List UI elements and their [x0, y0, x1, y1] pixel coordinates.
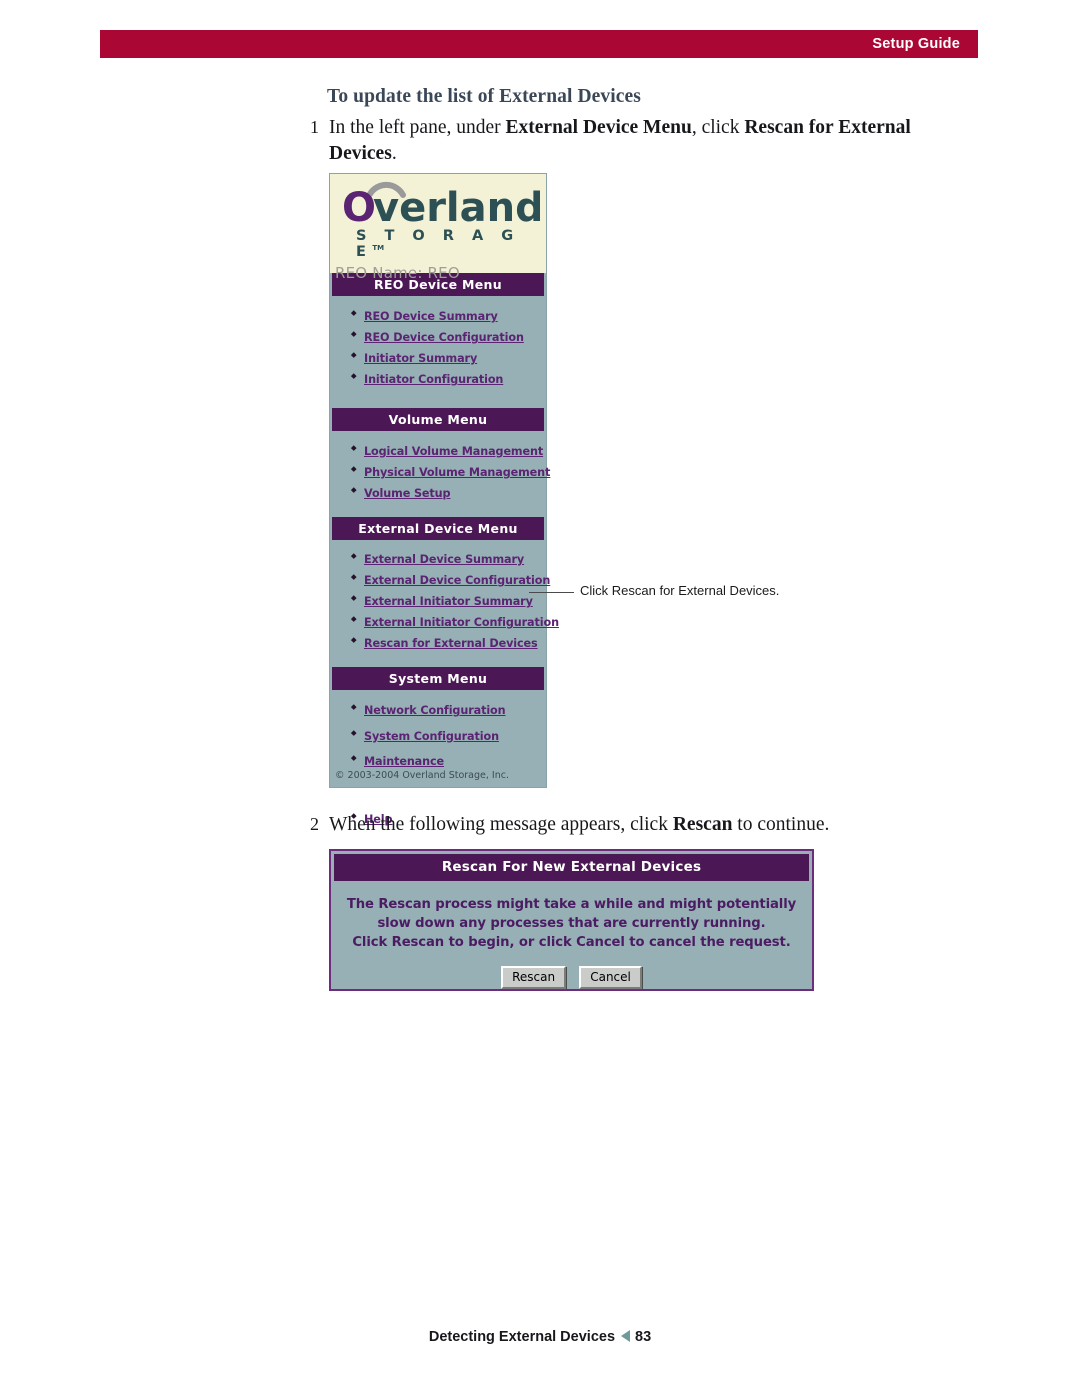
menu-link-external-device-configuration[interactable]: External Device Configuration: [364, 574, 550, 587]
list-item[interactable]: Maintenance: [352, 750, 546, 770]
menu-header-system: System Menu: [332, 667, 544, 691]
svg-text:verland: verland: [373, 185, 540, 230]
overland-logo-icon: O verland: [342, 181, 540, 230]
callout-leader-line: [529, 592, 574, 593]
list-item[interactable]: Volume Setup: [352, 482, 546, 502]
overland-wordmark: O verland: [340, 180, 546, 230]
running-header-label: Setup Guide: [872, 36, 960, 52]
menu-link-volume-setup[interactable]: Volume Setup: [364, 487, 451, 500]
dialog-title: Rescan For New External Devices: [334, 854, 809, 881]
list-item[interactable]: Initiator Summary: [352, 347, 546, 367]
dialog-button-row: Rescan Cancel: [331, 966, 812, 990]
callout-label: Click Rescan for External Devices.: [580, 583, 780, 598]
menu-link-reo-device-summary[interactable]: REO Device Summary: [364, 310, 498, 323]
dialog-message-line: The Rescan process might take a while an…: [346, 897, 797, 912]
rescan-dialog-figure: Rescan For New External Devices The Resc…: [329, 849, 814, 991]
step-text: When the following message appears, clic…: [329, 814, 830, 835]
menu-link-reo-device-configuration[interactable]: REO Device Configuration: [364, 331, 524, 344]
list-item[interactable]: External Initiator Configuration: [352, 611, 559, 631]
list-item[interactable]: External Initiator Summary: [352, 590, 546, 610]
dialog-message-line: Click Rescan to begin, or click Cancel t…: [352, 935, 791, 951]
menu-link-maintenance[interactable]: Maintenance: [364, 755, 444, 768]
list-item[interactable]: External Device Summary: [352, 548, 546, 568]
list-item[interactable]: REO Device Configuration: [352, 326, 546, 346]
page-number: 83: [635, 1329, 652, 1345]
list-item[interactable]: Rescan for External Devices: [352, 632, 546, 652]
list-item[interactable]: Initiator Configuration: [352, 368, 546, 388]
reo-device-name-label: REO Name: REO: [335, 264, 460, 282]
rescan-button[interactable]: Rescan: [501, 966, 567, 990]
menu-link-external-device-summary[interactable]: External Device Summary: [364, 553, 524, 566]
overland-logo-block: O verland S T O R A G ETM REO Name: REO: [330, 174, 546, 282]
page-title: To update the list of External Devices: [327, 86, 641, 107]
storage-tagline: S T O R A G ETM: [356, 228, 520, 260]
menu-list-reo-device: REO Device Summary REO Device Configurat…: [330, 296, 546, 395]
step-text: In the left pane, under External Device …: [329, 117, 911, 165]
list-item[interactable]: System Configuration: [352, 725, 546, 745]
list-item[interactable]: Network Configuration: [352, 699, 546, 719]
step-number: 2: [310, 814, 319, 834]
reo-console-left-pane-figure: O verland S T O R A G ETM REO Name: REO …: [329, 173, 559, 826]
dialog-message: The Rescan process might take a while an…: [331, 881, 812, 952]
copyright-notice: © 2003-2004 Overland Storage, Inc.: [335, 770, 509, 781]
page-footer: Detecting External Devices 83: [0, 1329, 1080, 1345]
menu-link-external-initiator-configuration[interactable]: External Initiator Configuration: [364, 616, 559, 629]
list-item[interactable]: External Device Configuration: [352, 569, 550, 589]
menu-link-rescan-for-external-devices[interactable]: Rescan for External Devices: [364, 637, 538, 650]
footer-chapter-label: Detecting External Devices: [428, 1329, 616, 1345]
menu-list-external-device: External Device Summary External Device …: [330, 540, 559, 659]
menu-link-initiator-configuration[interactable]: Initiator Configuration: [364, 373, 503, 386]
menu-link-logical-volume-management[interactable]: Logical Volume Management: [364, 445, 543, 458]
running-header-bar: Setup Guide: [100, 30, 978, 58]
menu-link-physical-volume-management[interactable]: Physical Volume Management: [364, 466, 550, 479]
step-number: 1: [310, 117, 319, 137]
list-item[interactable]: Logical Volume Management: [352, 440, 546, 460]
procedure-step-2: 2 When the following message appears, cl…: [297, 812, 829, 838]
menu-link-initiator-summary[interactable]: Initiator Summary: [364, 352, 477, 365]
cancel-button[interactable]: Cancel: [579, 966, 642, 990]
dialog-message-line: slow down any processes that are current…: [377, 916, 766, 932]
menu-header-external-device: External Device Menu: [332, 517, 544, 541]
svg-text:O: O: [342, 185, 376, 230]
list-item[interactable]: REO Device Summary: [352, 305, 546, 325]
menu-link-network-configuration[interactable]: Network Configuration: [364, 704, 506, 717]
menu-header-volume: Volume Menu: [332, 408, 544, 432]
menu-link-external-initiator-summary[interactable]: External Initiator Summary: [364, 595, 533, 608]
procedure-step-1: 1 In the left pane, under External Devic…: [297, 115, 914, 167]
left-triangle-icon: [621, 1330, 631, 1342]
menu-link-system-configuration[interactable]: System Configuration: [364, 730, 499, 743]
list-item[interactable]: Physical Volume Management: [352, 461, 550, 481]
menu-list-volume: Logical Volume Management Physical Volum…: [330, 431, 550, 509]
